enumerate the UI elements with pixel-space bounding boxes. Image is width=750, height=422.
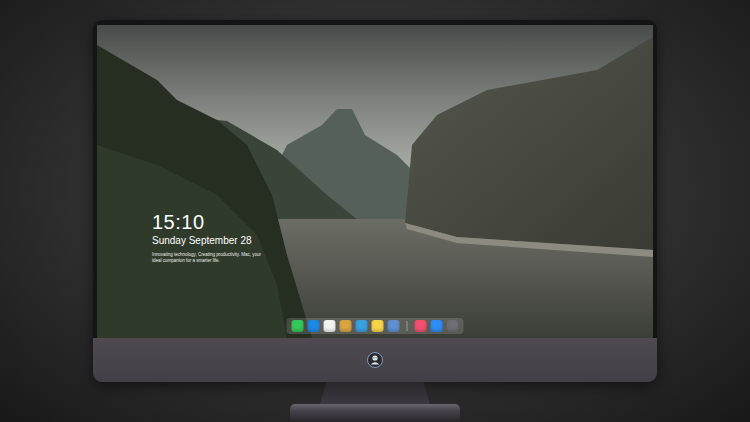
app-icon[interactable] bbox=[324, 320, 336, 332]
stand-base bbox=[290, 404, 460, 421]
clock-time: 15:10 bbox=[152, 211, 264, 233]
app-icon[interactable] bbox=[431, 320, 443, 332]
monitor-chin bbox=[93, 338, 657, 382]
app-icon[interactable] bbox=[340, 320, 352, 332]
clock-date: Sunday September 28 bbox=[152, 235, 264, 247]
app-icon[interactable] bbox=[308, 320, 320, 332]
dock bbox=[287, 318, 464, 334]
app-icon[interactable] bbox=[388, 320, 400, 332]
stand-neck bbox=[320, 382, 430, 404]
dock-separator bbox=[407, 321, 408, 331]
motto-text: Innovating technology, Creating producti… bbox=[152, 252, 264, 264]
page: 15:10 Sunday September 28 Innovating techn… bbox=[0, 0, 750, 422]
app-icon[interactable] bbox=[415, 320, 427, 332]
bezel: 15:10 Sunday September 28 Innovating techn… bbox=[93, 20, 657, 338]
app-icon[interactable] bbox=[356, 320, 368, 332]
app-icon[interactable] bbox=[447, 320, 459, 332]
lock-clock: 15:10 Sunday September 28 Innovating techn… bbox=[152, 211, 264, 264]
logo-icon bbox=[367, 352, 383, 368]
wallpaper-photo bbox=[97, 25, 653, 338]
app-icon[interactable] bbox=[372, 320, 384, 332]
screen: 15:10 Sunday September 28 Innovating techn… bbox=[97, 25, 653, 338]
monitor: 15:10 Sunday September 28 Innovating techn… bbox=[93, 20, 657, 382]
app-icon[interactable] bbox=[292, 320, 304, 332]
